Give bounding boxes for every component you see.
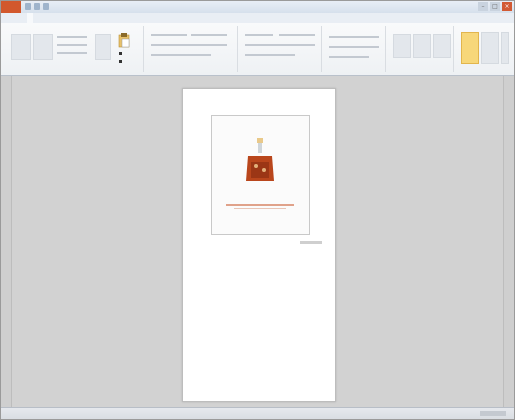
tab-6[interactable] <box>99 13 105 23</box>
ribbon-row[interactable] <box>191 34 227 36</box>
document-workspace <box>1 76 514 407</box>
ribbon-button-large[interactable] <box>433 34 451 58</box>
office-button[interactable] <box>1 1 21 13</box>
caption-line <box>226 204 294 206</box>
ribbon-row[interactable] <box>245 54 295 56</box>
ribbon-row[interactable] <box>329 56 369 58</box>
redo-icon[interactable] <box>43 3 49 10</box>
page-text-fragment <box>300 241 322 244</box>
ribbon-group-gallery <box>389 26 454 72</box>
ribbon-row[interactable] <box>151 54 211 56</box>
minimize-button[interactable]: – <box>478 2 488 11</box>
ribbon-group-editing <box>457 26 509 72</box>
ribbon-button-small[interactable] <box>501 32 509 64</box>
ribbon-row[interactable] <box>329 46 379 48</box>
ribbon-button-large[interactable] <box>11 34 31 60</box>
tab-4[interactable] <box>75 13 81 23</box>
ribbon-button-large[interactable] <box>33 34 53 60</box>
maximize-button[interactable]: □ <box>490 2 500 11</box>
tab-5[interactable] <box>87 13 93 23</box>
ribbon-group-paragraph <box>241 26 322 72</box>
window-controls: – □ × <box>478 2 512 11</box>
ribbon-row[interactable] <box>245 34 273 36</box>
ribbon-group-clipboard <box>5 26 144 72</box>
ribbon-row[interactable] <box>57 52 87 54</box>
status-bar <box>1 407 514 419</box>
ribbon-button-large[interactable] <box>393 34 411 58</box>
close-button[interactable]: × <box>502 2 512 11</box>
color-dot <box>119 52 122 55</box>
tab-2[interactable] <box>51 13 57 23</box>
ribbon-button-highlighted[interactable] <box>461 32 479 64</box>
ribbon-row[interactable] <box>329 36 379 38</box>
tab-0[interactable] <box>27 13 33 23</box>
save-icon[interactable] <box>25 3 31 10</box>
ribbon-row[interactable] <box>57 44 87 46</box>
right-pane <box>503 76 514 407</box>
ribbon-button-large[interactable] <box>413 34 431 58</box>
ribbon-group-font <box>147 26 238 72</box>
ribbon-row[interactable] <box>57 36 87 38</box>
ribbon <box>1 23 514 76</box>
ribbon-row[interactable] <box>151 34 187 36</box>
left-pane <box>1 76 12 407</box>
ribbon-button-large[interactable] <box>481 32 499 64</box>
ribbon-row[interactable] <box>279 34 315 36</box>
image-frame[interactable] <box>211 115 310 235</box>
caption-line <box>234 208 286 209</box>
ribbon-tabs <box>1 13 514 23</box>
tab-3[interactable] <box>63 13 69 23</box>
inserted-image[interactable] <box>242 136 278 196</box>
title-bar: – □ × <box>1 1 514 13</box>
ribbon-row[interactable] <box>245 44 315 46</box>
ribbon-button-large[interactable] <box>95 34 111 60</box>
tab-7[interactable] <box>111 13 117 23</box>
quick-access-toolbar <box>25 3 49 10</box>
undo-icon[interactable] <box>34 3 40 10</box>
ribbon-row[interactable] <box>151 44 227 46</box>
color-dot <box>119 60 122 63</box>
ribbon-group-styles <box>325 26 386 72</box>
document-page[interactable] <box>182 88 336 402</box>
app-window: – □ × <box>0 0 515 420</box>
zoom-slider[interactable] <box>480 411 506 416</box>
paste-icon[interactable] <box>117 32 131 48</box>
tab-1[interactable] <box>39 13 45 23</box>
